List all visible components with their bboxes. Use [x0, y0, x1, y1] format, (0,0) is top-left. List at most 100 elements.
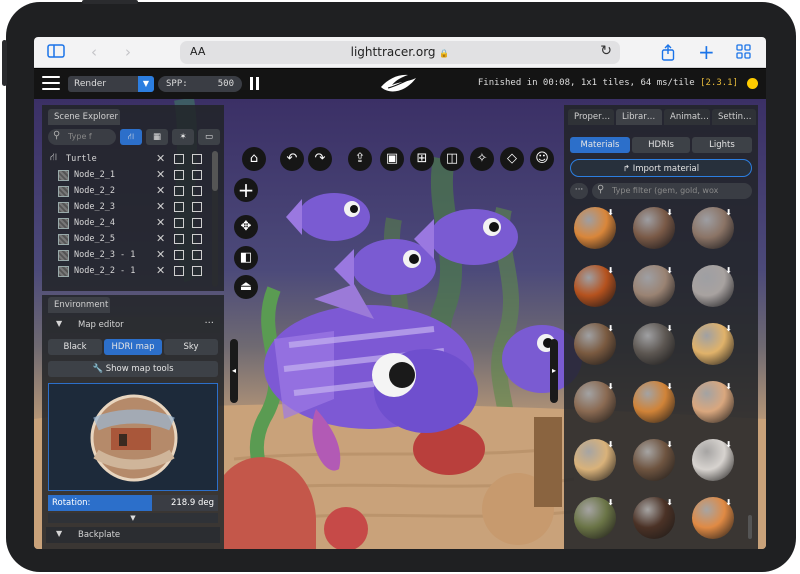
tab-environment[interactable]: Environment — [48, 297, 110, 313]
discord-icon[interactable]: ☺ — [530, 147, 554, 171]
pause-icon[interactable] — [250, 77, 259, 90]
material-swatch[interactable]: ⬇ — [574, 497, 616, 539]
scene-search-input[interactable]: ⚲ Type f — [48, 129, 116, 145]
download-icon[interactable]: ⬇ — [666, 208, 673, 217]
subtab-hdris[interactable]: HDRIs — [632, 137, 690, 153]
render-mode-select[interactable]: Render ▼ — [68, 76, 154, 92]
split-view-icon[interactable]: ◫ — [440, 147, 464, 171]
download-icon[interactable]: ⬇ — [607, 440, 614, 449]
duplicate-icon[interactable] — [174, 170, 184, 180]
material-swatch[interactable]: ⬇ — [633, 207, 675, 249]
download-icon[interactable]: ⬇ — [607, 266, 614, 275]
light-icon[interactable]: ✶ — [172, 129, 194, 145]
image-icon[interactable]: ▣ — [380, 147, 404, 171]
material-icon[interactable]: ▦ — [146, 129, 168, 145]
material-swatch[interactable]: ⬇ — [692, 497, 734, 539]
tab-properties[interactable]: Proper… — [568, 109, 614, 125]
duplicate-icon[interactable] — [174, 250, 184, 260]
rotation-slider[interactable]: Rotation: 218.9 deg — [48, 495, 218, 511]
duplicate-icon[interactable] — [174, 154, 184, 164]
download-icon[interactable]: ⬇ — [666, 266, 673, 275]
add-icon[interactable]: + — [234, 178, 258, 202]
hdri-preview[interactable] — [48, 383, 218, 491]
material-swatch[interactable]: ⬇ — [692, 323, 734, 365]
download-icon[interactable]: ⬇ — [607, 498, 614, 507]
material-swatch[interactable]: ⬇ — [574, 381, 616, 423]
visibility-icon[interactable] — [192, 266, 202, 276]
reload-icon[interactable]: ↻ — [600, 43, 612, 59]
download-icon[interactable]: ⬇ — [607, 208, 614, 217]
grid-icon[interactable]: ⊞ — [410, 147, 434, 171]
spp-field[interactable]: SPP: 500 — [158, 76, 242, 92]
visibility-icon[interactable] — [192, 154, 202, 164]
download-icon[interactable]: ⬇ — [607, 382, 614, 391]
download-icon[interactable]: ⬇ — [666, 324, 673, 333]
material-swatch[interactable]: ⬇ — [574, 207, 616, 249]
material-swatch[interactable]: ⬇ — [574, 439, 616, 481]
env-mode-hdri[interactable]: HDRI map — [104, 339, 162, 355]
subtab-materials[interactable]: Materials — [570, 137, 630, 153]
home-icon[interactable]: ⌂ — [242, 147, 266, 171]
expand-icon[interactable]: ▼ — [48, 513, 218, 523]
material-swatch[interactable]: ⬇ — [574, 265, 616, 307]
duplicate-icon[interactable] — [174, 202, 184, 212]
download-icon[interactable]: ⬇ — [725, 266, 732, 275]
duplicate-icon[interactable] — [174, 218, 184, 228]
delete-icon[interactable]: ✕ — [156, 152, 165, 165]
tab-library[interactable]: Librar… — [616, 109, 662, 125]
more-icon[interactable]: ··· — [204, 318, 214, 329]
material-swatch[interactable]: ⬇ — [633, 381, 675, 423]
material-swatch[interactable]: ⬇ — [633, 323, 675, 365]
camera-icon[interactable]: ▭ — [198, 129, 220, 145]
visibility-icon[interactable] — [192, 202, 202, 212]
material-swatch[interactable]: ⬇ — [633, 265, 675, 307]
tree-node[interactable]: Node_2_5 — [42, 231, 152, 247]
show-map-tools-button[interactable]: 🔧 Show map tools — [48, 361, 218, 377]
tree-node[interactable]: Node_2_2 — [42, 183, 152, 199]
material-swatch[interactable]: ⬇ — [692, 265, 734, 307]
forward-icon[interactable]: › — [120, 44, 136, 61]
upload-icon[interactable]: ⇪ — [348, 147, 372, 171]
download-icon[interactable]: ⬇ — [725, 498, 732, 507]
tabs-overview-icon[interactable] — [734, 44, 752, 61]
tab-settings[interactable]: Settin… — [712, 109, 756, 125]
tree-node[interactable]: Node_2_3 — [42, 199, 152, 215]
download-icon[interactable]: ⬇ — [725, 324, 732, 333]
tab-scene-explorer[interactable]: Scene Explorer — [48, 109, 120, 125]
address-bar[interactable]: AA lighttracer.org 🔒 ↻ — [180, 41, 620, 64]
visibility-icon[interactable] — [192, 218, 202, 228]
duplicate-icon[interactable] — [174, 266, 184, 276]
tab-animation[interactable]: Animat… — [664, 109, 710, 125]
download-icon[interactable]: ⬇ — [607, 324, 614, 333]
menu-icon[interactable] — [42, 76, 60, 90]
env-mode-black[interactable]: Black — [48, 339, 102, 355]
right-panel-collapse-handle[interactable]: ▸ — [550, 339, 558, 403]
share-icon[interactable] — [660, 44, 676, 61]
material-swatch[interactable]: ⬇ — [633, 439, 675, 481]
visibility-icon[interactable] — [192, 186, 202, 196]
render-viewport[interactable]: ⌂ ↶ ↷ ⇪ ▣ ⊞ ◫ ✧ ◇ ☺ + ✥ ◧ ⏏ ◂ ▸ Scene Ex… — [34, 99, 766, 549]
material-swatch[interactable]: ⬇ — [574, 323, 616, 365]
subtab-lights[interactable]: Lights — [692, 137, 752, 153]
scale-icon[interactable]: ⏏ — [234, 275, 258, 299]
delete-icon[interactable]: ✕ — [156, 248, 165, 261]
undo-icon[interactable]: ↶ — [280, 147, 304, 171]
left-panel-collapse-handle[interactable]: ◂ — [230, 339, 238, 403]
move-icon[interactable]: ✥ — [234, 215, 258, 239]
back-icon[interactable]: ‹ — [86, 44, 102, 61]
magic-icon[interactable]: ✧ — [470, 147, 494, 171]
delete-icon[interactable]: ✕ — [156, 232, 165, 245]
tree-root[interactable]: ⛙ Turtle — [42, 151, 152, 167]
material-swatch[interactable]: ⬇ — [692, 439, 734, 481]
backplate-header[interactable]: ▼ Backplate — [46, 527, 220, 543]
shield-icon[interactable]: ◇ — [500, 147, 524, 171]
env-mode-sky[interactable]: Sky — [164, 339, 218, 355]
tree-node[interactable]: Node_2_3 - 1 — [42, 247, 152, 263]
material-swatch[interactable]: ⬇ — [633, 497, 675, 539]
import-material-button[interactable]: ↱ Import material — [570, 159, 752, 177]
rotate-icon[interactable]: ◧ — [234, 246, 258, 270]
visibility-icon[interactable] — [192, 170, 202, 180]
hierarchy-icon[interactable]: ⛙ — [120, 129, 142, 145]
delete-icon[interactable]: ✕ — [156, 168, 165, 181]
download-icon[interactable]: ⬇ — [725, 382, 732, 391]
